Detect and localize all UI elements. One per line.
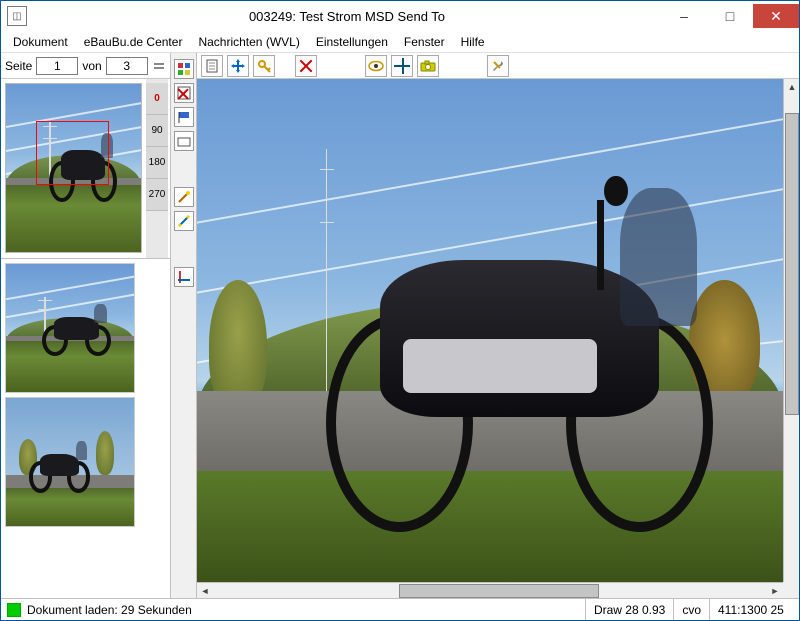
horizontal-scrollbar[interactable]: ◄ ► bbox=[197, 582, 783, 598]
minimize-button[interactable]: – bbox=[661, 4, 707, 28]
rotate-90-button[interactable]: 90 bbox=[146, 115, 168, 147]
delete-icon[interactable] bbox=[295, 55, 317, 77]
tool-measure[interactable] bbox=[174, 211, 194, 231]
viewport-rect[interactable] bbox=[36, 121, 109, 185]
page-control-row: Seite von bbox=[1, 53, 170, 79]
scroll-right-icon[interactable]: ► bbox=[767, 583, 783, 599]
left-panel: Seite von bbox=[1, 53, 170, 598]
spacer bbox=[174, 155, 194, 183]
side-toolbar bbox=[170, 53, 197, 598]
crosshair-icon[interactable] bbox=[391, 55, 413, 77]
image-canvas[interactable] bbox=[197, 79, 783, 582]
thumbnail-item[interactable] bbox=[5, 263, 135, 393]
window-title: 003249: Test Strom MSD Send To bbox=[33, 9, 661, 24]
menu-einstellungen[interactable]: Einstellungen bbox=[308, 35, 396, 49]
page-total-input[interactable] bbox=[106, 57, 148, 75]
titlebar: ◫ 003249: Test Strom MSD Send To – □ ✕ bbox=[1, 1, 799, 31]
status-load-text: Dokument laden: 29 Sekunden bbox=[27, 603, 585, 617]
tool-disable[interactable] bbox=[174, 83, 194, 103]
spacer bbox=[279, 55, 291, 77]
overview-pane: 0 90 180 270 bbox=[1, 79, 170, 259]
overview-thumbnail[interactable] bbox=[5, 83, 142, 253]
move-icon[interactable] bbox=[227, 55, 249, 77]
page-icon[interactable] bbox=[201, 55, 223, 77]
tools-icon[interactable] bbox=[487, 55, 509, 77]
scroll-up-icon[interactable]: ▲ bbox=[784, 79, 800, 95]
close-button[interactable]: ✕ bbox=[753, 4, 799, 28]
status-coords: 411:1300 25 bbox=[709, 599, 799, 620]
rotate-270-button[interactable]: 270 bbox=[146, 179, 168, 211]
key-icon[interactable] bbox=[253, 55, 275, 77]
tool-crop[interactable] bbox=[174, 267, 194, 287]
eye-icon[interactable] bbox=[365, 55, 387, 77]
camera-icon[interactable] bbox=[417, 55, 439, 77]
scrollbar-corner bbox=[783, 582, 799, 598]
app-icon: ◫ bbox=[7, 6, 27, 26]
window-buttons: – □ ✕ bbox=[661, 4, 799, 28]
menubar: Dokument eBauBu.de Center Nachrichten (W… bbox=[1, 31, 799, 53]
scroll-thumb[interactable] bbox=[785, 113, 799, 415]
maximize-button[interactable]: □ bbox=[707, 4, 753, 28]
menu-nachrichten[interactable]: Nachrichten (WVL) bbox=[190, 35, 307, 49]
tool-flag[interactable] bbox=[174, 107, 194, 127]
spacer bbox=[174, 235, 194, 263]
menu-ebaubu[interactable]: eBauBu.de Center bbox=[76, 35, 191, 49]
scroll-left-icon[interactable]: ◄ bbox=[197, 583, 213, 599]
tool-layer[interactable] bbox=[174, 131, 194, 151]
page-of-label: von bbox=[82, 59, 101, 73]
thumbnail-item[interactable] bbox=[5, 397, 135, 527]
tool-color-palette[interactable] bbox=[174, 59, 194, 79]
spacer bbox=[321, 55, 361, 77]
tool-wand[interactable] bbox=[174, 187, 194, 207]
thumbnail-list[interactable] bbox=[1, 259, 170, 598]
grip-icon bbox=[154, 56, 164, 76]
status-draw: Draw 28 0.93 bbox=[585, 599, 673, 620]
image-viewer: ▲ ◄ ► bbox=[197, 79, 799, 598]
status-led-icon bbox=[7, 603, 21, 617]
page-label: Seite bbox=[5, 59, 32, 73]
menu-dokument[interactable]: Dokument bbox=[5, 35, 76, 49]
right-panel: ▲ ◄ ► bbox=[197, 53, 799, 598]
scroll-thumb[interactable] bbox=[399, 584, 598, 598]
statusbar: Dokument laden: 29 Sekunden Draw 28 0.93… bbox=[1, 598, 799, 620]
viewer-toolbar bbox=[197, 53, 799, 79]
rotate-0-button[interactable]: 0 bbox=[146, 83, 168, 115]
vertical-scrollbar[interactable]: ▲ bbox=[783, 79, 799, 582]
body: Seite von bbox=[1, 53, 799, 598]
menu-hilfe[interactable]: Hilfe bbox=[453, 35, 493, 49]
application-window: ◫ 003249: Test Strom MSD Send To – □ ✕ D… bbox=[0, 0, 800, 621]
rotate-180-button[interactable]: 180 bbox=[146, 147, 168, 179]
spacer bbox=[443, 55, 483, 77]
menu-fenster[interactable]: Fenster bbox=[396, 35, 453, 49]
page-current-input[interactable] bbox=[36, 57, 78, 75]
rotation-controls: 0 90 180 270 bbox=[146, 79, 168, 258]
status-user: cvo bbox=[673, 599, 709, 620]
